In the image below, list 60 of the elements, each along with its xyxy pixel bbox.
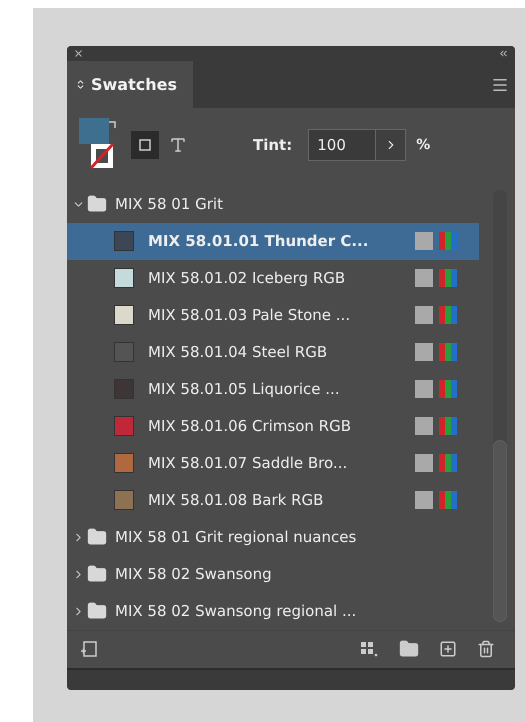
process-type-icon [415,491,433,510]
scroll-thumb[interactable] [493,440,507,622]
swatch-library-icon[interactable] [79,639,99,660]
swatch-row[interactable]: MIX 58.01.02 Iceberg RGB [67,260,479,297]
new-swatch-icon[interactable] [439,640,457,658]
square-icon [139,138,151,151]
folder-icon [87,527,107,548]
folder-icon [87,564,107,584]
rgb-mode-icon [439,380,457,398]
swatch-row[interactable]: MIX 58.01.07 Saddle Bro... [67,444,479,482]
rgb-mode-icon [439,269,457,288]
group-name: MIX 58 02 Swansong [115,565,272,584]
swatch-row[interactable]: MIX 58.01.01 Thunder C... [67,222,479,260]
swatch-row[interactable]: MIX 58.01.03 Pale Stone ... [67,296,479,334]
rgb-mode-icon [439,417,457,436]
group-name: MIX 58 02 Swansong regional ... [115,602,356,620]
swatch-name: MIX 58.01.04 Steel RGB [148,343,328,362]
swatch-name: MIX 58.01.05 Liquorice ... [148,380,341,398]
swatch-name: MIX 58.01.03 Pale Stone ... [148,306,352,324]
grid-icon[interactable] [359,640,379,658]
process-type-icon [415,232,433,250]
swatch-group[interactable]: MIX 58 02 Swansong regional ... [67,592,479,630]
swatch-name: MIX 58.01.01 Thunder C... [148,232,370,250]
rgb-mode-icon [439,232,457,250]
group-name: MIX 58 01 Grit [115,195,223,214]
swatch-name: MIX 58.01.02 Iceberg RGB [148,269,346,288]
folder-icon [87,601,107,622]
new-folder-icon[interactable] [399,639,419,660]
process-type-icon [415,343,433,362]
swatch-group[interactable]: MIX 58 01 Grit regional nuances [67,518,479,556]
collapse-icon[interactable] [498,48,509,59]
rgb-mode-icon [439,454,457,472]
percent-label: % [416,136,430,153]
swatch-group[interactable]: MIX 58 02 Swansong [67,556,479,593]
swatch-name: MIX 58.01.07 Saddle Bro... [148,454,348,472]
rgb-mode-icon [439,491,457,510]
swatch-row[interactable]: MIX 58.01.06 Crimson RGB [67,408,479,445]
text-icon[interactable] [169,136,187,154]
process-type-icon [415,306,433,324]
process-type-icon [415,269,433,288]
tint-label: Tint: [253,136,292,154]
process-type-icon [415,417,433,436]
swatch-name: MIX 58.01.06 Crimson RGB [148,417,352,436]
scrollbar[interactable] [493,190,507,622]
process-type-icon [415,454,433,472]
close-icon[interactable] [73,48,84,59]
swatch-row[interactable]: MIX 58.01.08 Bark RGB [67,482,479,519]
up-down-icon [75,79,86,90]
rgb-mode-icon [439,343,457,362]
panel-tab[interactable]: Swatches [67,60,193,108]
folder-icon [87,194,107,214]
swatch-name: MIX 58.01.08 Bark RGB [148,491,324,510]
swatch-row[interactable]: MIX 58.01.05 Liquorice ... [67,370,479,408]
process-type-icon [415,380,433,398]
swatch-group[interactable]: MIX 58 01 Grit [67,186,479,223]
delete-icon[interactable] [477,640,495,658]
swatch-row[interactable]: MIX 58.01.04 Steel RGB [67,334,479,371]
group-name: MIX 58 01 Grit regional nuances [115,528,356,546]
rgb-mode-icon [439,306,457,324]
container-button[interactable] [131,130,159,159]
